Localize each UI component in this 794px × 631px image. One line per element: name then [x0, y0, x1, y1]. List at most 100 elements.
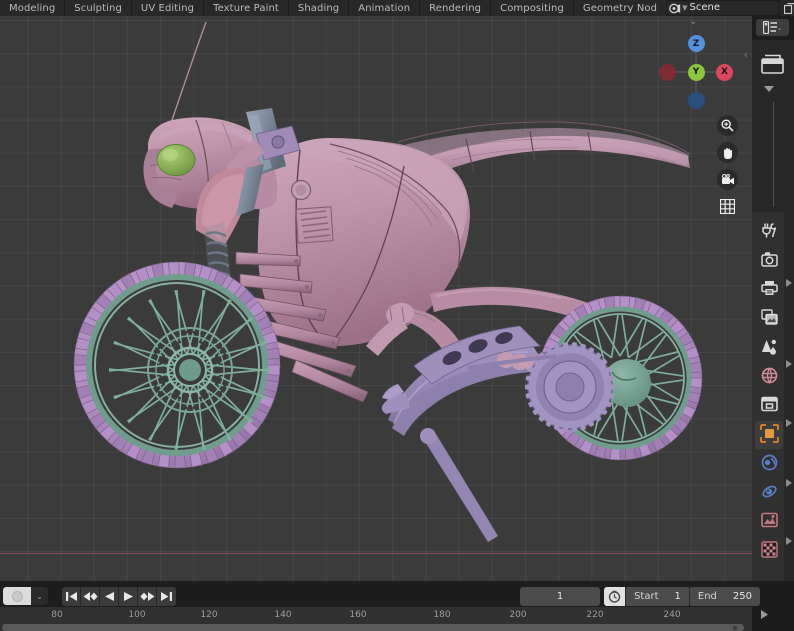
outliner-panel[interactable]: [752, 40, 794, 212]
modifier-tab[interactable]: [755, 450, 783, 478]
images-icon: [760, 309, 778, 329]
topbar-right: ▼ Scene: [667, 0, 794, 16]
physics-orbit-icon: [761, 483, 778, 504]
workspace-tab-uv-editing[interactable]: UV Editing: [131, 0, 205, 16]
cone-droplet-icon: [761, 338, 778, 359]
world-globe-icon: [761, 367, 778, 388]
timeline-editor: ⌄ 1 Start 1 End 250 80 100 120 140 160 1…: [0, 581, 794, 631]
panel-arrow-4[interactable]: [785, 472, 794, 491]
current-frame-field[interactable]: 1: [520, 586, 601, 606]
scene-selector[interactable]: ▼ Scene: [667, 1, 780, 15]
workspace-tab-geometry-nod[interactable]: Geometry Nod: [573, 0, 668, 16]
timeline-editor-icon[interactable]: [3, 587, 31, 605]
editor-type-chevron-icon[interactable]: ⌄: [777, 24, 783, 32]
workspace-tab-rendering[interactable]: Rendering: [420, 0, 492, 16]
workspace-tab-texture-paint[interactable]: Texture Paint: [204, 0, 289, 16]
viewport-header-chevron-icon[interactable]: ⌄: [689, 17, 697, 27]
collection-tab[interactable]: [755, 392, 783, 420]
end-value: 250: [732, 590, 752, 602]
workspace-tab-shading[interactable]: Shading: [288, 0, 350, 16]
play-button[interactable]: [119, 586, 138, 606]
right-editor-column: ⌄: [752, 16, 794, 581]
gizmo-axis--z[interactable]: [687, 92, 705, 109]
end-frame-field[interactable]: End 250: [689, 586, 760, 606]
dinosaur-motorcycle-model[interactable]: [0, 16, 752, 581]
scene-tab[interactable]: [755, 334, 783, 362]
scrollbar-handle[interactable]: [733, 625, 737, 630]
sidebar-toggle-arrow-icon[interactable]: ‹: [744, 48, 748, 61]
workspace-tab-compositing[interactable]: Compositing: [491, 0, 574, 16]
jump-to-start-button[interactable]: [62, 586, 81, 606]
material-tab[interactable]: [755, 537, 783, 565]
start-label: Start: [634, 590, 659, 602]
workspace-tab-modeling[interactable]: Modeling: [0, 0, 66, 16]
jump-to-end-button[interactable]: [157, 586, 176, 606]
mesh-data-icon: [760, 512, 778, 532]
timeline-right-pad: [752, 607, 794, 631]
triangle-down-icon[interactable]: [764, 86, 774, 92]
tool-tab[interactable]: [755, 218, 783, 246]
render-tab[interactable]: [755, 247, 783, 275]
panel-arrow-2[interactable]: [785, 353, 794, 372]
next-keyframe-button[interactable]: [138, 586, 157, 606]
grid-icon[interactable]: [717, 196, 738, 217]
tool-wrench-icon: [761, 222, 778, 243]
timeline-expand-arrow-icon[interactable]: [760, 610, 769, 622]
workspace-tab-sculpting[interactable]: Sculpting: [65, 0, 132, 16]
navigation-gizmo[interactable]: X Z Y: [658, 34, 734, 110]
ruler-tick-100: 100: [128, 610, 146, 620]
play-reverse-button[interactable]: [100, 586, 119, 606]
blender-window: Modeling Sculpting UV Editing Texture Paint…: [0, 0, 794, 631]
zoom-icon[interactable]: [717, 115, 738, 136]
outliner-tree-line: [773, 102, 774, 207]
checker-sphere-icon: [760, 540, 778, 562]
physics-tab[interactable]: [755, 479, 783, 507]
end-label: End: [697, 590, 717, 602]
editor-type-selector-outliner[interactable]: ⌄: [756, 19, 789, 36]
ruler-tick-120: 120: [200, 610, 218, 620]
panel-arrow-5[interactable]: [785, 530, 794, 549]
ruler-tick-160: 160: [349, 610, 367, 620]
frame-fields: 1 Start 1 End 250: [520, 586, 760, 606]
start-frame-field[interactable]: Start 1: [626, 586, 689, 606]
scene-name[interactable]: Scene: [687, 1, 779, 15]
timeline-header: ⌄ 1 Start 1 End 250: [0, 585, 794, 607]
timeline-editor-type-selector[interactable]: ⌄: [3, 587, 48, 605]
new-scene-button[interactable]: [780, 0, 794, 16]
properties-panel[interactable]: [752, 212, 794, 581]
timeline-ruler[interactable]: 80100120140160180200220240 ‹: [0, 607, 762, 631]
view-layer-tab[interactable]: [755, 305, 783, 333]
wrench-blue-icon: [761, 454, 778, 475]
printer-icon: [760, 280, 778, 300]
prev-keyframe-button[interactable]: [81, 586, 100, 606]
gizmo-axis--x[interactable]: [659, 63, 676, 81]
timeline-horizontal-scrollbar[interactable]: [2, 624, 744, 631]
frame-range-group: Start 1 End 250: [604, 586, 760, 606]
gizmo-axis-z[interactable]: Z: [687, 35, 705, 52]
object-tab[interactable]: [755, 421, 783, 449]
prev-keyframe-icon: [83, 587, 98, 606]
hand-icon[interactable]: [717, 142, 738, 163]
gizmo-axis-y[interactable]: Y: [687, 63, 705, 81]
front-wheel: [73, 261, 281, 469]
3d-viewport[interactable]: ⌄ ‹ X Z Y: [0, 16, 752, 581]
viewport-tool-buttons: [717, 115, 739, 223]
archive-box-icon: [760, 396, 778, 416]
play-icon: [123, 587, 134, 606]
ruler-tick-240: 240: [663, 610, 681, 620]
object-data-tab[interactable]: [755, 508, 783, 536]
world-tab[interactable]: [755, 363, 783, 391]
workspace-tab-animation[interactable]: Animation: [349, 0, 421, 16]
camera-icon[interactable]: [717, 169, 738, 190]
box-icon[interactable]: [761, 54, 784, 78]
skip-start-icon: [65, 587, 78, 606]
timeline-editor-glyph: [11, 590, 23, 602]
chevron-down-icon[interactable]: ⌄: [31, 587, 48, 605]
output-tab[interactable]: [755, 276, 783, 304]
panel-arrow-1[interactable]: [785, 272, 794, 291]
workspace-tabs: Modeling Sculpting UV Editing Texture Paint…: [0, 0, 668, 16]
record-stopwatch-icon[interactable]: [604, 586, 626, 606]
panel-arrow-3[interactable]: [785, 412, 794, 431]
gizmo-axis-x[interactable]: X: [716, 63, 733, 81]
topbar: Modeling Sculpting UV Editing Texture Paint…: [0, 0, 794, 16]
